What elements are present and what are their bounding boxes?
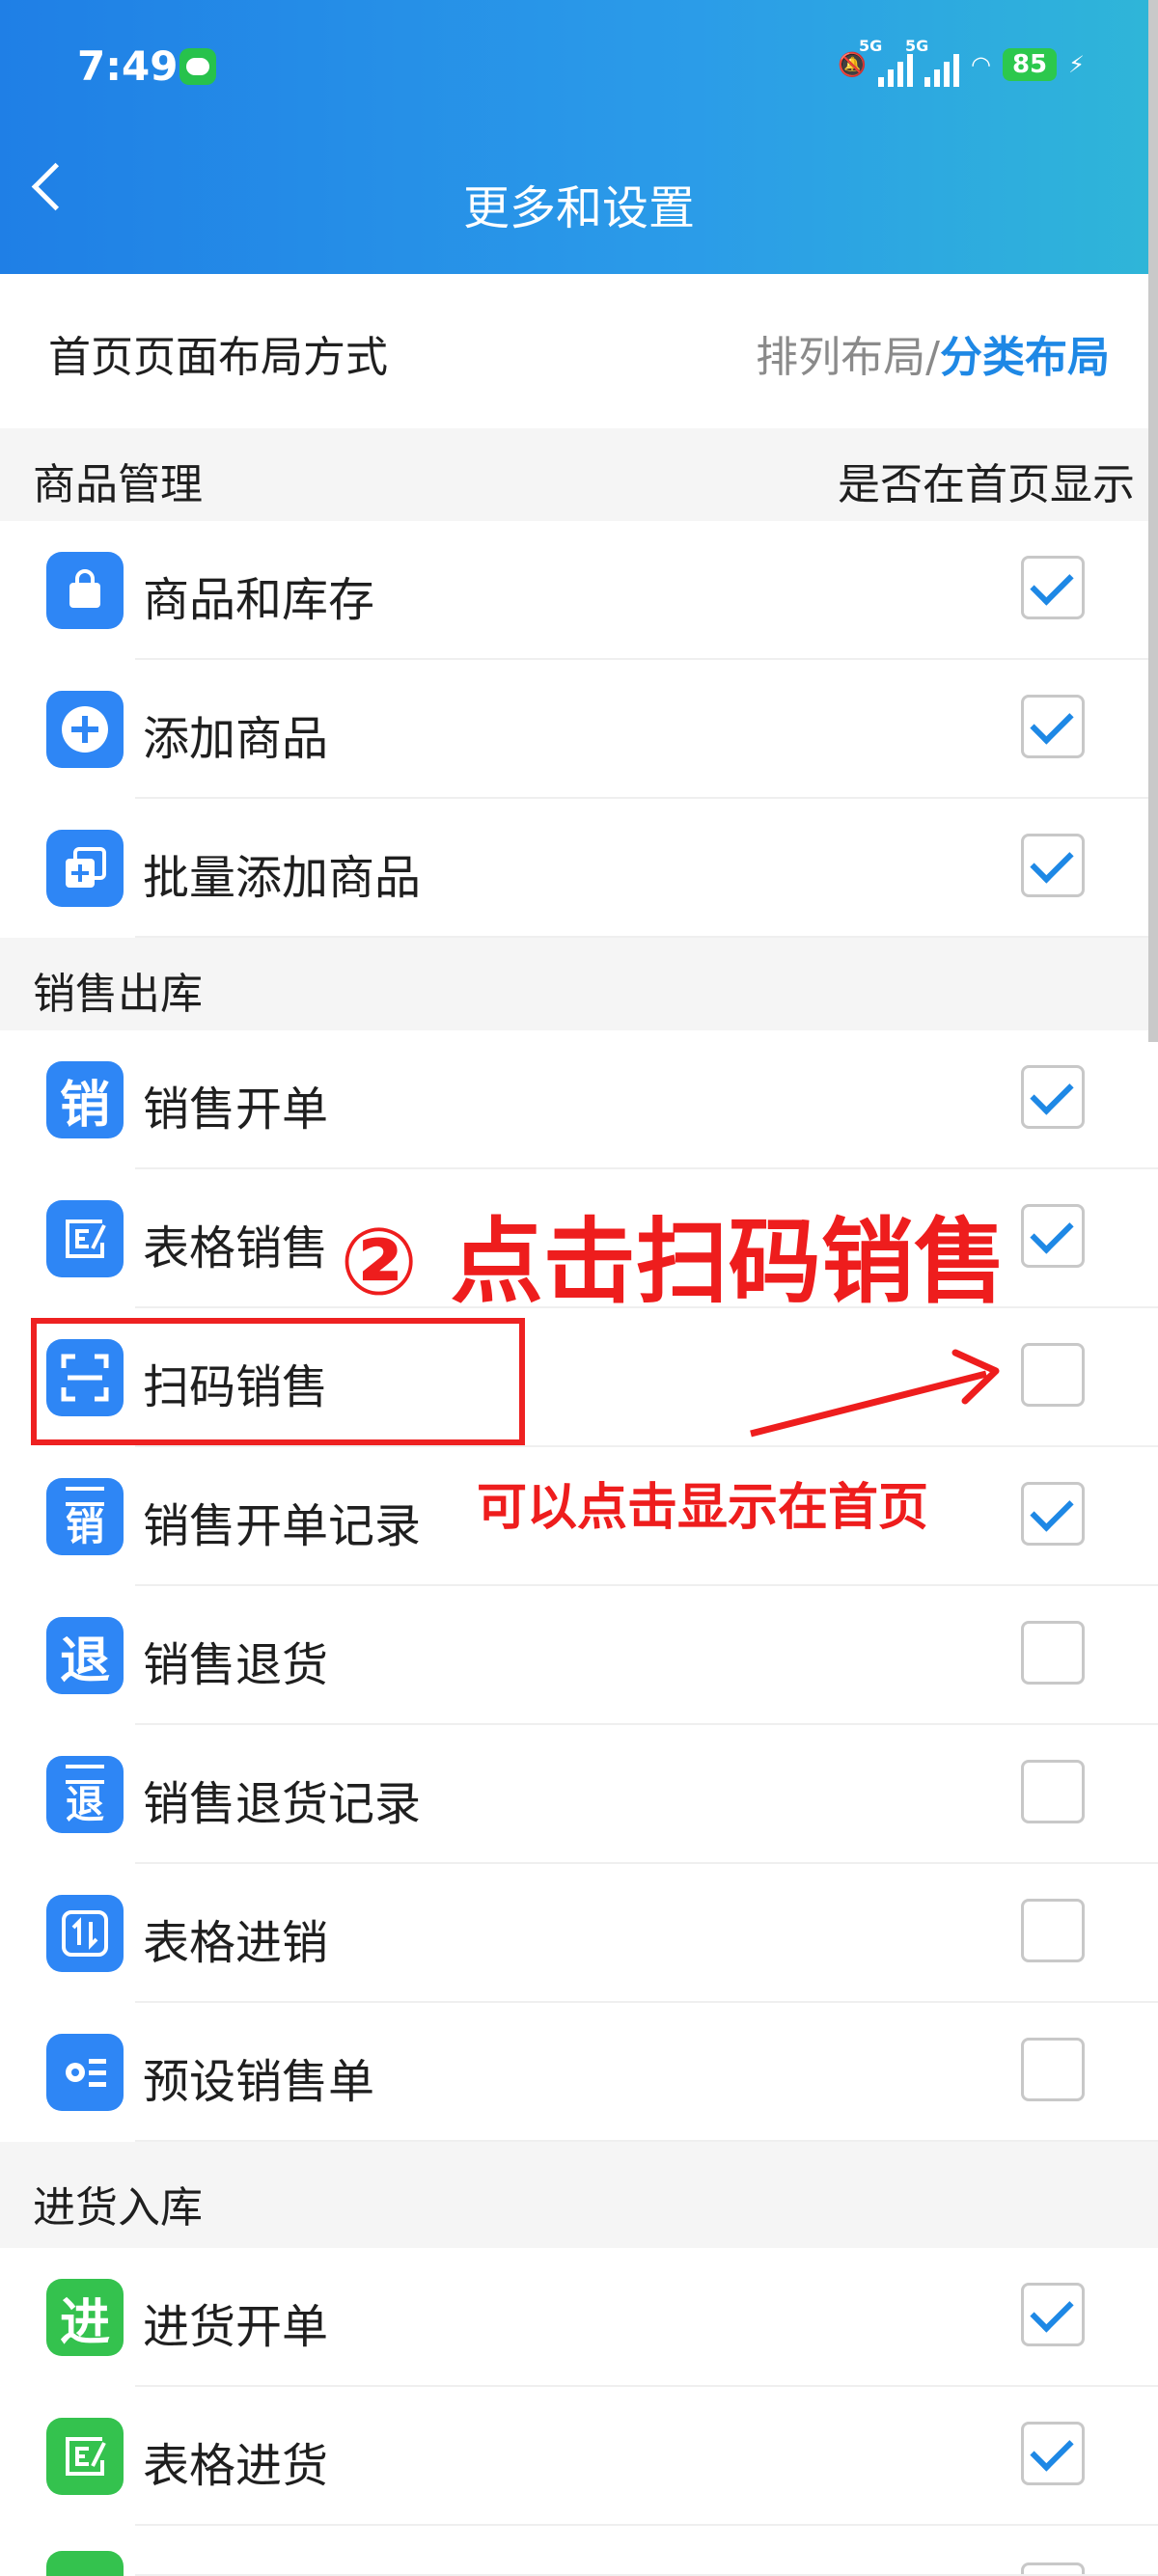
column-header-show-home: 是否在首页显示 (838, 460, 1135, 509)
list-item-batch-add[interactable]: 批量添加商品 (0, 799, 1158, 938)
show-on-home-checkbox[interactable] (1021, 2283, 1085, 2346)
layout-option-list[interactable]: 排列布局 (756, 333, 925, 382)
batch-add-icon (46, 830, 124, 907)
shopping-bag-icon (46, 552, 124, 629)
item-label: 添加商品 (143, 712, 329, 766)
show-on-home-checkbox[interactable] (1021, 1899, 1085, 1962)
item-label: 进货开单 (143, 2300, 329, 2354)
item-label: 预设销售单 (143, 2055, 375, 2109)
item-label: 销售退货 (143, 1638, 329, 1692)
item-label: 销售开单记录 (143, 1499, 422, 1553)
section-header-goods: 商品管理 是否在首页显示 (0, 428, 1158, 521)
item-label: 销售退货记录 (143, 1777, 422, 1831)
status-icons: 🔕 5G 5G ◠ 85 ⚡ (838, 37, 1085, 87)
section-header-purchase: 进货入库 (0, 2142, 1158, 2248)
section-title: 销售出库 (33, 970, 203, 1019)
return-icon: 退 (46, 1617, 124, 1694)
list-item-goods-stock[interactable]: 商品和库存 (0, 521, 1158, 660)
hint-annotation: 可以点击显示在首页 (477, 1479, 929, 1537)
item-label: 商品和库存 (143, 573, 375, 627)
show-on-home-checkbox[interactable] (1021, 1343, 1085, 1407)
page-title: 更多和设置 (462, 181, 695, 235)
list-item-sales-return[interactable]: 退 销售退货 (0, 1586, 1158, 1725)
return-records-icon: 退 (46, 1756, 124, 1833)
show-on-home-checkbox[interactable] (1021, 1204, 1085, 1268)
item-label: 表格进货 (143, 2439, 329, 2493)
wifi-icon: ◠ (971, 51, 991, 78)
show-on-home-checkbox[interactable] (1021, 556, 1085, 619)
section-title: 进货入库 (33, 2183, 203, 2233)
show-on-home-checkbox[interactable] (1021, 2038, 1085, 2101)
charging-icon: ⚡ (1068, 51, 1085, 78)
item-label: 批量添加商品 (143, 851, 422, 905)
list-item-table-purchase-sales[interactable]: 表格进销 (0, 1864, 1158, 2003)
section-header-sales: 销售出库 (0, 938, 1158, 1030)
plus-circle-icon (46, 691, 124, 768)
layout-setting-row[interactable]: 首页页面布局方式 排列布局/分类布局 (0, 274, 1158, 428)
scrollbar[interactable] (1148, 0, 1158, 1042)
app-header: 7:49 🔕 5G 5G ◠ 85 ⚡ 更多和设置 (0, 0, 1158, 274)
show-on-home-checkbox[interactable] (1021, 1482, 1085, 1546)
step-annotation: ② 点击扫码销售 (340, 1208, 1006, 1316)
table-edit-icon (46, 1200, 124, 1277)
signal-icon: 5G (905, 37, 959, 87)
show-on-home-checkbox[interactable] (1021, 834, 1085, 897)
sales-records-icon-glyph: 销 (66, 1505, 104, 1549)
list-item-sales-order[interactable]: 销 销售开单 (0, 1030, 1158, 1169)
show-on-home-checkbox[interactable] (1021, 1760, 1085, 1823)
sales-icon: 销 (46, 1061, 124, 1138)
partial-icon (46, 2551, 124, 2576)
layout-label: 首页页面布局方式 (48, 333, 388, 382)
table-edit-icon (46, 2418, 124, 2495)
list-item-add-goods[interactable]: 添加商品 (0, 660, 1158, 799)
battery-indicator: 85 (1002, 48, 1058, 81)
item-label: 表格销售 (143, 1221, 329, 1275)
wechat-icon (179, 48, 216, 85)
show-on-home-checkbox[interactable] (1021, 2422, 1085, 2485)
status-time: 7:49 (77, 42, 179, 90)
highlight-box (31, 1318, 525, 1445)
layout-option-category[interactable]: 分类布局 (940, 333, 1110, 382)
list-item-purchase-order[interactable]: 进 进货开单 (0, 2248, 1158, 2387)
purchase-icon: 进 (46, 2279, 124, 2356)
list-item-partial[interactable] (0, 2526, 1158, 2576)
list-item-return-records[interactable]: 退 销售退货记录 (0, 1725, 1158, 1864)
show-on-home-checkbox[interactable] (1021, 2562, 1085, 2576)
layout-options: 排列布局/分类布局 (756, 322, 1110, 384)
list-item-preset-sales[interactable]: 预设销售单 (0, 2003, 1158, 2142)
list-item-table-purchase[interactable]: 表格进货 (0, 2387, 1158, 2526)
show-on-home-checkbox[interactable] (1021, 1065, 1085, 1129)
section-title: 商品管理 (33, 460, 203, 509)
sales-records-icon: 销 (46, 1478, 124, 1555)
preset-list-icon (46, 2034, 124, 2111)
return-records-icon-glyph: 退 (66, 1783, 104, 1827)
layout-separator: / (925, 333, 940, 382)
item-label: 销售开单 (143, 1082, 329, 1137)
show-on-home-checkbox[interactable] (1021, 695, 1085, 758)
mute-icon: 🔕 (838, 51, 867, 78)
item-label: 表格进销 (143, 1916, 329, 1970)
exchange-icon (46, 1895, 124, 1972)
show-on-home-checkbox[interactable] (1021, 1621, 1085, 1685)
